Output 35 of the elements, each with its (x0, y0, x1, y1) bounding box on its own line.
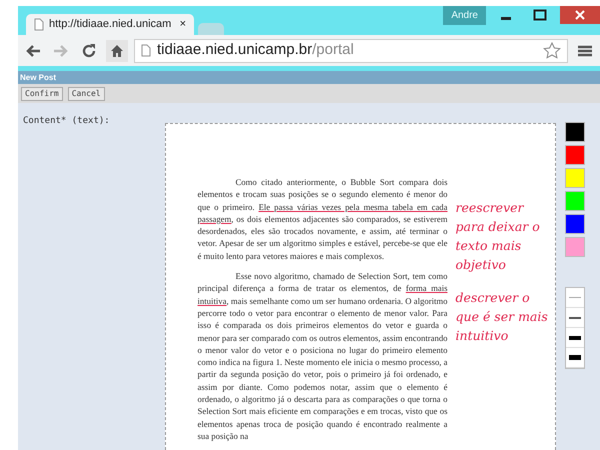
url-text: tidiaae.nied.unicamp.br/portal (157, 40, 354, 60)
line-width-button[interactable] (566, 308, 584, 328)
page-icon (141, 44, 151, 57)
color-swatch[interactable] (565, 122, 586, 142)
handwritten-note: reescrever para deixar o texto mais objetivo (456, 199, 541, 274)
back-arrow-icon (25, 44, 41, 58)
paragraph: Esse novo algoritmo, chamado de Selection Sort, tem como principal diferença a forma de tratar os elementos, de forma mais intuitiva, mais semelhante como um ser humano ordenaria. O algoritmo percorre todo o vetor para encontrar o elemento de menor valor. Para isso é comparada os dois primeiros elementos do vetor e guarda o menor para ser comparado com os outros elementos, assim encontrando o menor valor do vetor e o posiciona no lugar do primeiro elemento como indica na figura 1. Neste momento ele inicia o mesmo processo, a partir da segunda posição do vetor, pois o primeiro já foi ordenado, e assim por diante. Como podemos notar, assim que o elemento é ordenado, o algoritmo já o descarta para as comparações o que torna o Selection Sort mais eficiente em comparações e em trocas, visto que os elementos apenas troca de posição quando é encontrado realmente a sua posição na (198, 270, 448, 442)
maximize-icon (533, 9, 547, 21)
line-width-button[interactable] (566, 348, 584, 368)
handwritten-note: descrever o que é ser mais intuitivo (456, 289, 549, 345)
user-name: Andre (443, 6, 486, 25)
color-swatch[interactable] (565, 168, 586, 188)
color-swatch[interactable] (565, 214, 586, 234)
close-icon (575, 10, 585, 20)
browser-tab[interactable]: http://tidiaae.nied.unicam × (26, 14, 194, 35)
address-bar[interactable]: tidiaae.nied.unicamp.br/portal (134, 38, 568, 62)
paragraph: Como citado anteriormente, o Bubble Sort compara dois elementos e trocam suas posições se o segundo elemento é menor do que o primeiro. Ele passa várias vezes pela mesma tabela em cada passagem, os dois elementos adjacentes são comparados, se estiverem desordenados, eles são trocados novamente, e assim, até terminar o vetor. Apesar de ser um algoritmo simples e estável, percebe-se que ele é muito lento para vetores maiores e mais complexos. (198, 176, 448, 262)
tab-close-button[interactable]: × (180, 16, 186, 33)
color-swatch[interactable] (565, 145, 586, 165)
page-icon (34, 18, 44, 31)
close-button[interactable] (560, 6, 600, 24)
cancel-button[interactable]: Cancel (68, 86, 105, 100)
confirm-button[interactable]: Confirm (21, 86, 63, 100)
color-swatch[interactable] (565, 191, 586, 211)
home-icon (110, 44, 124, 58)
reload-icon (81, 42, 97, 58)
panel-title: New Post (18, 71, 600, 84)
star-icon[interactable] (543, 42, 561, 59)
field-label: Content* (text): (23, 115, 111, 128)
forward-arrow-icon (53, 44, 69, 58)
minimize-icon (501, 16, 511, 20)
color-swatch[interactable] (565, 237, 586, 257)
drawing-canvas[interactable] (164, 123, 556, 450)
line-width-button[interactable] (566, 328, 584, 348)
home-button[interactable] (106, 40, 128, 62)
